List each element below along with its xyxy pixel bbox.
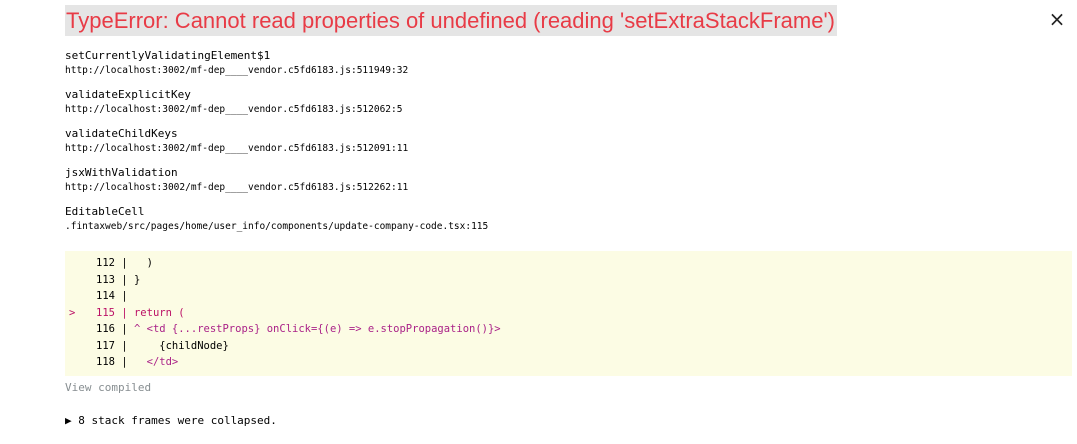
view-compiled-link[interactable]: View compiled <box>65 380 151 396</box>
frame-function-name: validateChildKeys <box>65 127 178 140</box>
code-line: 112 | ) <box>65 255 1072 272</box>
line-code: ) <box>127 257 153 269</box>
line-code: {childNode} <box>127 339 229 352</box>
line-number: 113 <box>96 273 115 286</box>
source-code-block: 112 | ) 113 | } 114 | >115 | return ( 11… <box>65 251 1072 376</box>
frame-location: http://localhost:3002/mf-dep____vendor.c… <box>65 104 403 115</box>
line-number: 112 <box>96 257 115 269</box>
collapsed-frames-toggle[interactable]: ▶ 8 stack frames were collapsed. <box>65 413 277 429</box>
stack-frame: EditableCell .fintaxweb/src/pages/home/u… <box>65 204 1065 234</box>
line-number: 116 <box>96 323 115 335</box>
frame-function-name: validateExplicitKey <box>65 88 191 101</box>
code-line: 116 | ^ <td {...restProps} onClick={(e) … <box>65 321 1072 338</box>
line-code: } <box>127 273 141 286</box>
code-line-highlighted: >115 | return ( <box>65 305 1072 322</box>
frame-location: http://localhost:3002/mf-dep____vendor.c… <box>65 182 409 193</box>
close-icon[interactable]: × <box>1046 8 1068 30</box>
stack-frames: setCurrentlyValidatingElement$1 http://l… <box>65 48 1065 243</box>
stack-frame: setCurrentlyValidatingElement$1 http://l… <box>65 48 1065 78</box>
frame-location: .fintaxweb/src/pages/home/user_info/comp… <box>65 221 489 232</box>
frame-function-name: setCurrentlyValidatingElement$1 <box>65 49 271 62</box>
line-code: ^ <td {...restProps} onClick={(e) => e.s… <box>127 323 501 335</box>
line-number: 115 <box>96 306 115 319</box>
code-line: 113 | } <box>65 272 1072 289</box>
code-line: 117 | {childNode} <box>65 338 1072 355</box>
stack-frame: validateChildKeys http://localhost:3002/… <box>65 126 1065 156</box>
line-number: 114 <box>96 290 115 302</box>
frame-location: http://localhost:3002/mf-dep____vendor.c… <box>65 143 409 154</box>
line-code: </td> <box>127 356 179 368</box>
code-line: 118 | </td> <box>65 354 1072 371</box>
line-number: 118 <box>96 356 115 368</box>
stack-frame: jsxWithValidation http://localhost:3002/… <box>65 165 1065 195</box>
error-title: TypeError: Cannot read properties of und… <box>65 5 838 36</box>
current-line-marker: > <box>69 306 76 319</box>
frame-function-name: EditableCell <box>65 205 145 218</box>
frame-location: http://localhost:3002/mf-dep____vendor.c… <box>65 65 409 76</box>
code-line: 114 | <box>65 288 1072 305</box>
error-overlay: TypeError: Cannot read properties of und… <box>0 0 1077 444</box>
line-number: 117 <box>96 339 115 352</box>
frame-function-name: jsxWithValidation <box>65 166 178 179</box>
line-code: return ( <box>127 306 185 319</box>
stack-frame: validateExplicitKey http://localhost:300… <box>65 87 1065 117</box>
